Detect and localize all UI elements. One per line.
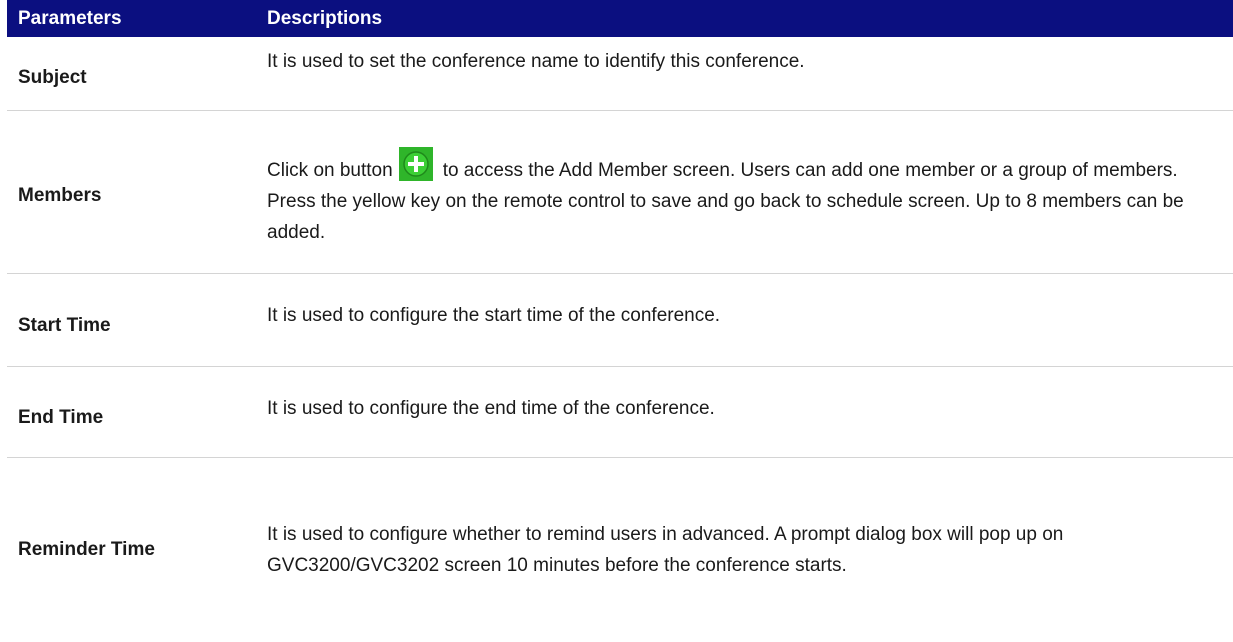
table-row: Start Time It is used to configure the s… [7, 274, 1233, 367]
table-header-row: Parameters Descriptions [7, 0, 1233, 37]
param-desc-start-time: It is used to configure the start time o… [256, 274, 1233, 367]
table-row: Reminder Time It is used to configure wh… [7, 458, 1233, 642]
plus-circle-icon [399, 147, 433, 181]
header-descriptions: Descriptions [256, 0, 1233, 37]
table-row: End Time It is used to configure the end… [7, 367, 1233, 458]
param-desc-end-time: It is used to configure the end time of … [256, 367, 1233, 458]
param-name-reminder-time: Reminder Time [7, 458, 256, 642]
table-row: Members Click on buttonto access the Add… [7, 111, 1233, 274]
param-desc-reminder-time: It is used to configure whether to remin… [256, 458, 1233, 642]
param-name-members: Members [7, 111, 256, 274]
table-row: Subject It is used to set the conference… [7, 37, 1233, 111]
param-desc-subject: It is used to set the conference name to… [256, 37, 1233, 111]
param-desc-members: Click on buttonto access the Add Member … [256, 111, 1233, 274]
parameters-table: Parameters Descriptions Subject It is us… [7, 0, 1233, 642]
param-name-end-time: End Time [7, 367, 256, 458]
param-name-subject: Subject [7, 37, 256, 111]
header-parameters: Parameters [7, 0, 256, 37]
param-name-start-time: Start Time [7, 274, 256, 367]
desc-text-before: Click on button [267, 160, 393, 181]
